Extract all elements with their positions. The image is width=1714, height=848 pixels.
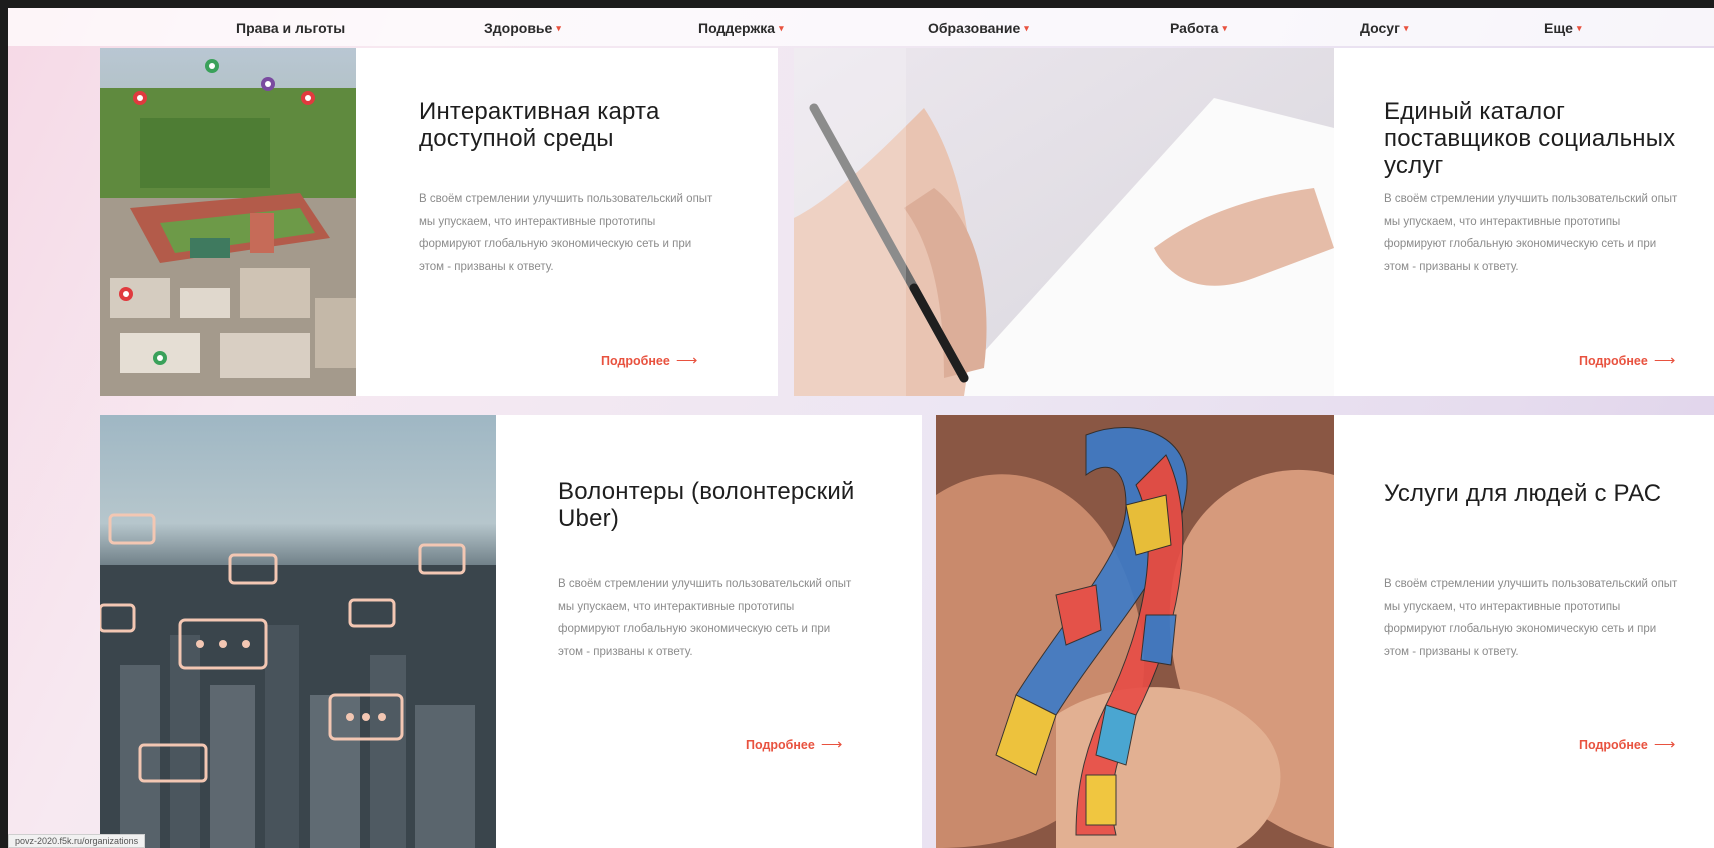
- nav-item-label: Еще: [1544, 20, 1573, 36]
- city-map-image: [100, 48, 356, 396]
- card-title: Единый каталог поставщиков социальных ус…: [1384, 98, 1676, 179]
- nav-item-work[interactable]: Работа ▾: [1170, 20, 1227, 36]
- status-url-bar: povz-2020.f5k.ru/organizations: [8, 834, 146, 848]
- chevron-down-icon: ▾: [779, 23, 784, 33]
- chevron-down-icon: ▾: [1024, 23, 1029, 33]
- more-link[interactable]: Подробнее ⟶: [601, 351, 697, 369]
- arrow-right-icon: ⟶: [675, 352, 698, 369]
- nav-item-education[interactable]: Образование ▾: [928, 20, 1029, 36]
- nav-item-label: Досуг: [1360, 20, 1400, 36]
- card-accessibility-map: Интерактивная карта доступной среды В св…: [356, 48, 778, 396]
- nav-item-label: Работа: [1170, 20, 1219, 36]
- card-description: В своём стремлении улучшить пользователь…: [419, 193, 713, 273]
- card-title: Интерактивная карта доступной среды: [419, 98, 660, 152]
- card-providers-catalog: Единый каталог поставщиков социальных ус…: [1334, 48, 1714, 396]
- writing-hand-image: [794, 48, 1334, 396]
- more-link-label: Подробнее: [1579, 738, 1648, 752]
- nav-item-more[interactable]: Еще ▾: [1544, 20, 1581, 36]
- puzzle-ribbon-image: [936, 415, 1334, 848]
- card-volunteers: Волонтеры (волонтерский Uber) В своём ст…: [496, 415, 922, 848]
- nav-item-label: Права и льготы: [236, 20, 346, 36]
- city-chat-image: [100, 415, 496, 848]
- arrow-right-icon: ⟶: [1653, 736, 1676, 753]
- nav-item-label: Поддержка: [698, 20, 776, 36]
- card-description: В своём стремлении улучшить пользователь…: [1384, 193, 1678, 273]
- more-link[interactable]: Подробнее ⟶: [1579, 735, 1675, 753]
- chevron-down-icon: ▾: [1576, 23, 1582, 33]
- more-link[interactable]: Подробнее ⟶: [1579, 351, 1675, 369]
- nav-item-health[interactable]: Здоровье ▾: [484, 20, 561, 36]
- card-description: В своём стремлении улучшить пользователь…: [1384, 578, 1678, 658]
- card-asd-services: Услуги для людей с РАС В своём стремлени…: [1334, 415, 1714, 848]
- more-link[interactable]: Подробнее ⟶: [746, 735, 842, 753]
- more-link-label: Подробнее: [746, 738, 815, 752]
- card-description: В своём стремлении улучшить пользователь…: [558, 578, 852, 658]
- more-link-label: Подробнее: [1579, 354, 1648, 368]
- nav-item-rights[interactable]: Права и льготы: [236, 20, 345, 36]
- chevron-down-icon: ▾: [1222, 23, 1227, 33]
- arrow-right-icon: ⟶: [1653, 352, 1676, 369]
- nav-item-label: Образование: [928, 20, 1021, 36]
- chevron-down-icon: ▾: [556, 23, 561, 33]
- page: Права и льготы Здоровье ▾ Поддержка ▾ Обра…: [8, 8, 1714, 848]
- nav-item-leisure[interactable]: Досуг ▾: [1360, 20, 1408, 36]
- arrow-right-icon: ⟶: [820, 736, 843, 753]
- chevron-down-icon: ▾: [1403, 23, 1409, 33]
- more-link-label: Подробнее: [601, 354, 670, 368]
- browser-frame: Права и льготы Здоровье ▾ Поддержка ▾ Обра…: [0, 0, 1714, 848]
- nav-item-label: Здоровье: [484, 20, 553, 36]
- card-title: Волонтеры (волонтерский Uber): [558, 478, 855, 532]
- top-navigation: Права и льготы Здоровье ▾ Поддержка ▾ Обра…: [8, 8, 1714, 46]
- card-title: Услуги для людей с РАС: [1384, 480, 1662, 507]
- nav-item-support[interactable]: Поддержка ▾: [698, 20, 784, 36]
